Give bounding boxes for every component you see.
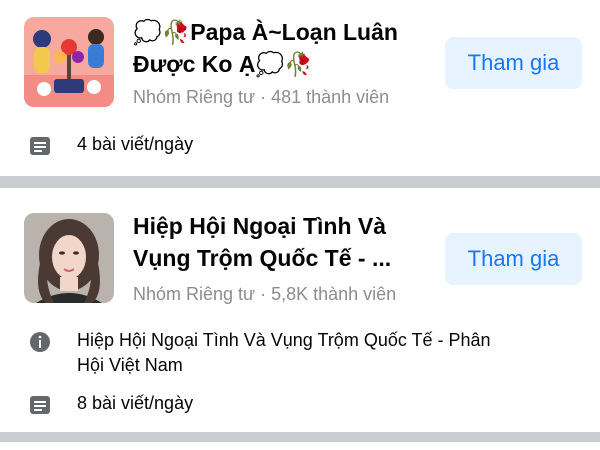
woman-portrait-icon <box>24 213 114 303</box>
group-description-line: Hội Việt Nam <box>77 355 183 375</box>
group-card[interactable]: Hiệp Hội Ngoại Tình Và Vụng Trộm Quốc Tế… <box>0 188 600 432</box>
posts-icon <box>30 137 50 155</box>
group-description-line: Hiệp Hội Ngoại Tình Và Vụng Trộm Quốc Tế… <box>77 330 491 350</box>
group-thumbnail[interactable] <box>24 17 114 107</box>
group-title[interactable]: 💭🥀Papa À~Loạn Luân Được Ko Ạ💭🥀 <box>133 16 433 80</box>
group-description: Hiệp Hội Ngoại Tình Và Vụng Trộm Quốc Tế… <box>77 328 577 378</box>
group-title-line: 💭🥀Papa À~Loạn Luân <box>133 19 398 45</box>
group-title-line: Được Ko Ạ💭🥀 <box>133 51 313 77</box>
join-group-button[interactable]: Tham gia <box>445 233 582 285</box>
info-icon <box>30 332 50 352</box>
posts-icon <box>30 396 50 414</box>
card-separator <box>0 432 600 442</box>
group-meta: Nhóm Riêng tư · 5,8K thành viên <box>133 284 397 304</box>
posts-per-day-text: 8 bài viết/ngày <box>77 393 194 413</box>
group-title-line: Hiệp Hội Ngoại Tình Và <box>133 213 387 239</box>
group-illustration-icon <box>24 17 114 107</box>
group-thumbnail[interactable] <box>24 213 114 303</box>
group-title[interactable]: Hiệp Hội Ngoại Tình Và Vụng Trộm Quốc Tế… <box>133 210 433 274</box>
card-separator <box>0 176 600 188</box>
posts-per-day-text: 4 bài viết/ngày <box>77 134 194 154</box>
group-card[interactable]: 💭🥀Papa À~Loạn Luân Được Ko Ạ💭🥀 Nhóm Riên… <box>0 0 600 176</box>
group-meta: Nhóm Riêng tư · 481 thành viên <box>133 87 390 107</box>
group-title-line: Vụng Trộm Quốc Tế - ... <box>133 245 392 271</box>
join-group-button[interactable]: Tham gia <box>445 37 582 89</box>
